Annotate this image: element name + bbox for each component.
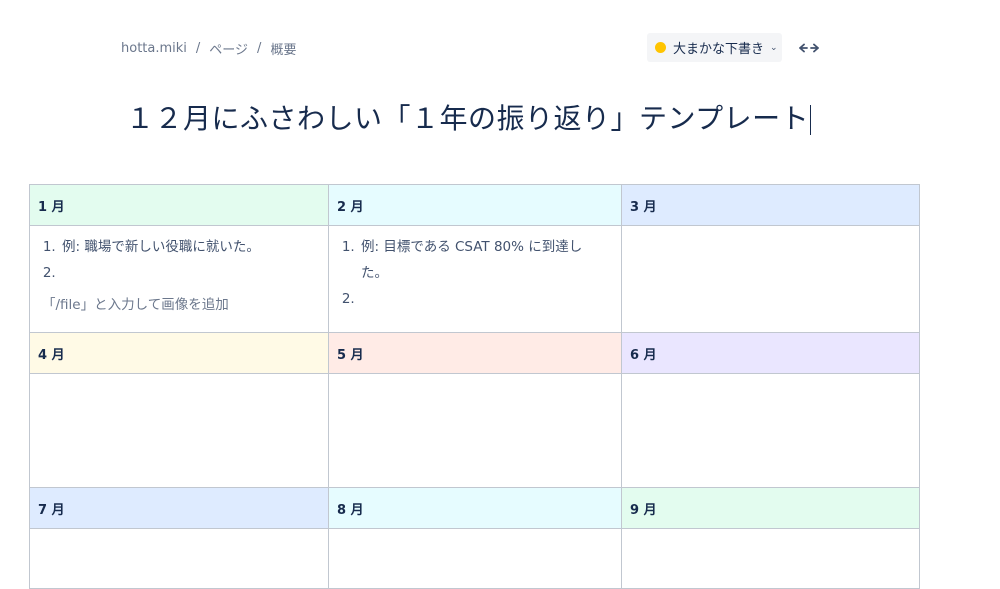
month-header-8[interactable]: 8 月 bbox=[328, 487, 622, 529]
breadcrumb: hotta.miki / ページ / 概要 bbox=[121, 39, 296, 58]
month-cell-1[interactable]: 例: 職場で新しい役職に就いた。 「/file」と入力して画像を追加 bbox=[29, 225, 329, 333]
text-cursor bbox=[810, 105, 812, 135]
month-header-9[interactable]: 9 月 bbox=[621, 487, 920, 529]
month-header-3[interactable]: 3 月 bbox=[621, 184, 920, 226]
page-title-text: １２月にふさわしい「１年の振り返り」テンプレート bbox=[126, 102, 810, 135]
chevron-down-icon: ⌄ bbox=[770, 42, 778, 53]
status-button[interactable]: 大まかな下書き ⌄ bbox=[647, 33, 782, 62]
month-header-4[interactable]: 4 月 bbox=[29, 332, 329, 374]
status-dot bbox=[655, 42, 666, 53]
month-cell-3[interactable] bbox=[621, 225, 920, 333]
month-cell-9[interactable] bbox=[621, 528, 920, 589]
month-cell-5[interactable] bbox=[328, 373, 622, 488]
breadcrumb-space[interactable]: hotta.miki bbox=[121, 41, 187, 56]
month-header-5[interactable]: 5 月 bbox=[328, 332, 622, 374]
month-header-1[interactable]: 1 月 bbox=[29, 184, 329, 226]
year-review-table: 1 月 2 月 3 月 例: 職場で新しい役職に就いた。 「/file」と入力し… bbox=[29, 184, 920, 589]
expand-width-icon[interactable] bbox=[797, 38, 821, 58]
month-cell-8[interactable] bbox=[328, 528, 622, 589]
month-cell-4[interactable] bbox=[29, 373, 329, 488]
month-cell-2[interactable]: 例: 目標である CSAT 80% に到達した。 bbox=[328, 225, 622, 333]
breadcrumb-separator: / bbox=[257, 41, 262, 56]
status-label: 大まかな下書き bbox=[673, 42, 765, 57]
list-item: 例: 職場で新しい役職に就いた。 bbox=[60, 234, 316, 260]
breadcrumb-pages[interactable]: ページ bbox=[209, 39, 248, 58]
list-item bbox=[60, 260, 316, 286]
breadcrumb-overview[interactable]: 概要 bbox=[270, 39, 296, 58]
list-item: 例: 目標である CSAT 80% に到達した。 bbox=[359, 234, 609, 286]
list-item bbox=[359, 286, 609, 312]
month-header-2[interactable]: 2 月 bbox=[328, 184, 622, 226]
month-cell-7[interactable] bbox=[29, 528, 329, 589]
breadcrumb-separator: / bbox=[195, 41, 201, 56]
add-image-hint: 「/file」と入力して画像を追加 bbox=[42, 297, 229, 313]
month-cell-6[interactable] bbox=[621, 373, 920, 488]
month-header-7[interactable]: 7 月 bbox=[29, 487, 329, 529]
month-header-6[interactable]: 6 月 bbox=[621, 332, 920, 374]
page-title[interactable]: １２月にふさわしい「１年の振り返り」テンプレート bbox=[126, 97, 812, 137]
